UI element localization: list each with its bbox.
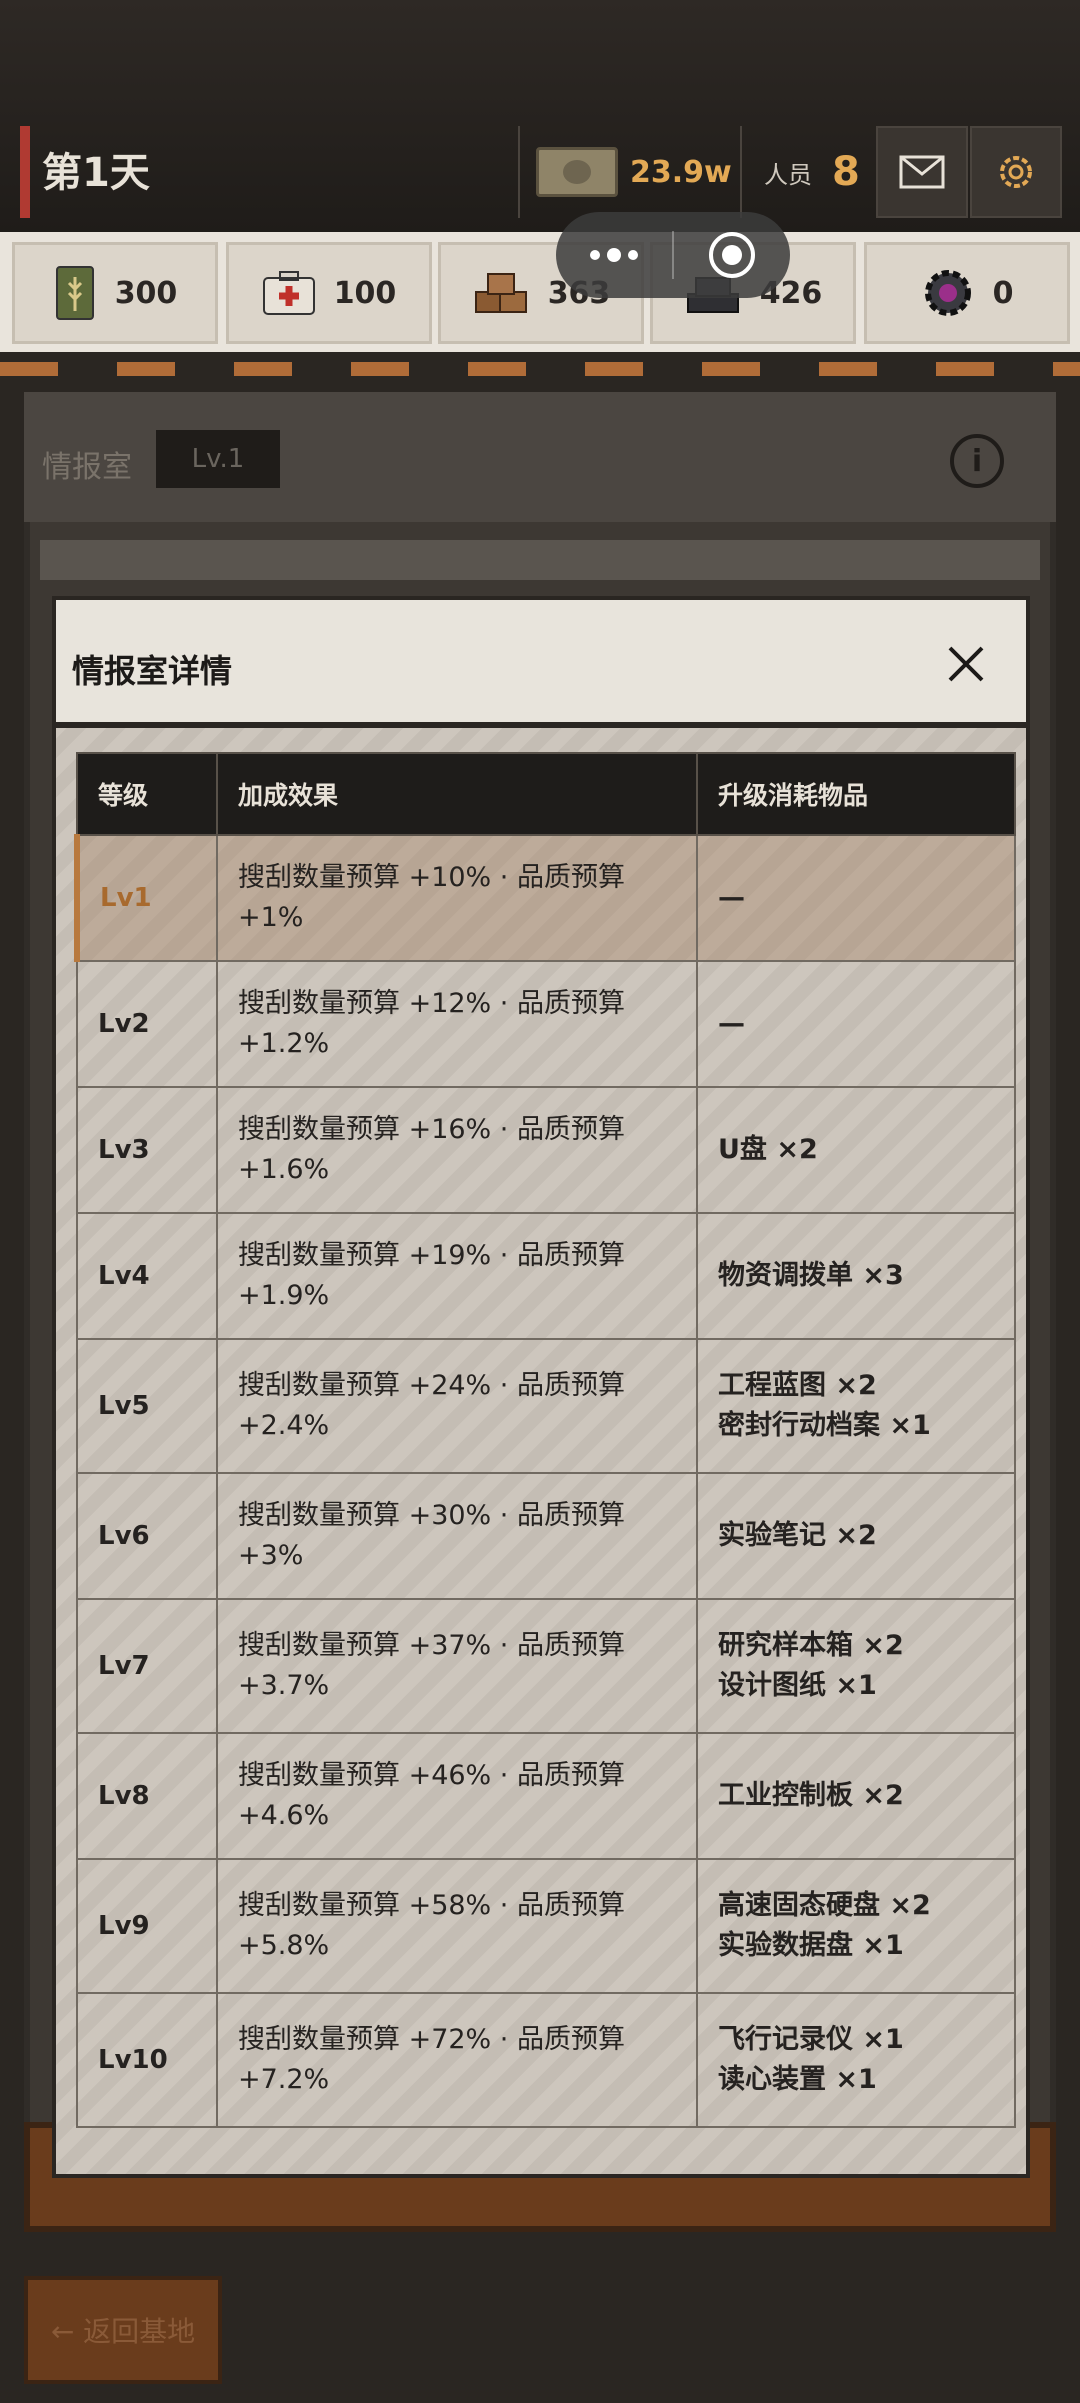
row-level: Lv7: [76, 1598, 218, 1734]
close-button[interactable]: [936, 634, 996, 694]
column-header-effect: 加成效果: [216, 752, 698, 836]
cash-stack-icon: [536, 147, 618, 197]
row-level: Lv8: [76, 1732, 218, 1860]
resource-parts[interactable]: 0: [864, 242, 1070, 344]
target-circle-icon: [709, 232, 755, 278]
row-cost: 工业控制板 ×2: [696, 1732, 1016, 1860]
row-cost: 物资调拨单 ×3: [696, 1212, 1016, 1340]
cost-item: 工业控制板 ×2: [718, 1780, 904, 1811]
row-level: Lv1: [74, 834, 218, 962]
cost-item: —: [718, 1008, 745, 1039]
row-effect: 搜刮数量预算 +46% · 品质预算 +4.6%: [216, 1732, 698, 1860]
row-level: Lv10: [76, 1992, 218, 2128]
row-cost: —: [696, 834, 1016, 962]
table-row: Lv10 搜刮数量预算 +72% · 品质预算 +7.2% 飞行记录仪 ×1 读…: [76, 1992, 1016, 2128]
food-can-icon: [55, 266, 94, 320]
table-row: Lv6 搜刮数量预算 +30% · 品质预算 +3% 实验笔记 ×2: [76, 1472, 1016, 1600]
back-to-base-button[interactable]: ← 返回基地: [24, 2276, 222, 2384]
miniprogram-capsule: [556, 212, 790, 298]
resource-food[interactable]: 300: [12, 242, 218, 344]
row-level: Lv5: [76, 1338, 218, 1474]
row-effect: 搜刮数量预算 +58% · 品质预算 +5.8%: [216, 1858, 698, 1994]
cost-item: 飞行记录仪 ×1: [718, 2024, 904, 2055]
column-header-cost: 升级消耗物品: [696, 752, 1016, 836]
wood-icon: [474, 273, 527, 313]
row-level: Lv4: [76, 1212, 218, 1340]
settings-button[interactable]: [970, 126, 1062, 218]
row-level: Lv6: [76, 1472, 218, 1600]
cost-item: U盘 ×2: [718, 1134, 818, 1165]
row-level: Lv2: [76, 960, 218, 1088]
table-row: Lv7 搜刮数量预算 +37% · 品质预算 +3.7% 研究样本箱 ×2 设计…: [76, 1598, 1016, 1734]
row-effect: 搜刮数量预算 +19% · 品质预算 +1.9%: [216, 1212, 698, 1340]
close-icon: [948, 646, 984, 682]
cost-item: 高速固态硬盘 ×2: [718, 1890, 931, 1921]
day-accent-bar: [20, 126, 30, 218]
exit-miniprogram-button[interactable]: [674, 212, 790, 298]
more-options-button[interactable]: [556, 212, 672, 298]
hazard-divider: [0, 362, 1080, 376]
row-effect: 搜刮数量预算 +72% · 品质预算 +7.2%: [216, 1992, 698, 2128]
info-icon[interactable]: i: [950, 434, 1004, 488]
table-row: Lv1 搜刮数量预算 +10% · 品质预算 +1% —: [74, 834, 1016, 962]
column-header-level: 等级: [76, 752, 218, 836]
table-row: Lv3 搜刮数量预算 +16% · 品质预算 +1.6% U盘 ×2: [76, 1086, 1016, 1214]
resource-strip: 300 100 363 426 0: [0, 232, 1080, 352]
staff-count: 8: [832, 149, 860, 195]
row-level: Lv3: [76, 1086, 218, 1214]
cost-item: 实验笔记 ×2: [718, 1520, 877, 1551]
money-display: 23.9w: [518, 126, 740, 218]
row-effect: 搜刮数量预算 +10% · 品质预算 +1%: [216, 834, 698, 962]
resource-medical[interactable]: 100: [226, 242, 432, 344]
resource-medical-value: 100: [333, 275, 397, 311]
table-row: Lv9 搜刮数量预算 +58% · 品质预算 +5.8% 高速固态硬盘 ×2 实…: [76, 1858, 1016, 1994]
medkit-icon: [262, 271, 315, 315]
mail-icon: [899, 155, 945, 189]
level-table: 等级 加成效果 升级消耗物品 Lv1 搜刮数量预算 +10% · 品质预算 +1…: [74, 752, 1016, 2128]
cost-item: 研究样本箱 ×2: [718, 1630, 904, 1661]
staff-label: 人员: [764, 160, 812, 189]
resource-parts-value: 0: [992, 275, 1014, 311]
row-cost: 工程蓝图 ×2 密封行动档案 ×1: [696, 1338, 1016, 1474]
row-cost: 实验笔记 ×2: [696, 1472, 1016, 1600]
gear-part-icon: [924, 270, 971, 316]
day-title: 第1天: [42, 150, 150, 196]
row-cost: 飞行记录仪 ×1 读心装置 ×1: [696, 1992, 1016, 2128]
cost-item: 工程蓝图 ×2: [718, 1370, 877, 1401]
room-level-badge: Lv.1: [156, 430, 280, 488]
row-cost: U盘 ×2: [696, 1086, 1016, 1214]
row-effect: 搜刮数量预算 +16% · 品质预算 +1.6%: [216, 1086, 698, 1214]
row-effect: 搜刮数量预算 +12% · 品质预算 +1.2%: [216, 960, 698, 1088]
cost-item: 读心装置 ×1: [718, 2064, 877, 2095]
money-value: 23.9w: [630, 154, 732, 190]
gear-icon: [1000, 156, 1032, 188]
cost-item: 设计图纸 ×1: [718, 1670, 877, 1701]
modal-title: 情报室详情: [72, 652, 233, 690]
row-cost: 高速固态硬盘 ×2 实验数据盘 ×1: [696, 1858, 1016, 1994]
room-title: 情报室: [42, 450, 132, 485]
modal-header: 情报室详情: [56, 600, 1026, 728]
staff-display: 人员 8: [740, 126, 876, 218]
row-effect: 搜刮数量预算 +37% · 品质预算 +3.7%: [216, 1598, 698, 1734]
top-bar: 第1天 23.9w 人员 8: [0, 0, 1080, 232]
table-row: Lv8 搜刮数量预算 +46% · 品质预算 +4.6% 工业控制板 ×2: [76, 1732, 1016, 1860]
room-image-strip: [40, 540, 1040, 580]
cost-item: 密封行动档案 ×1: [718, 1410, 931, 1441]
row-cost: —: [696, 960, 1016, 1088]
cost-item: —: [718, 882, 745, 913]
resource-food-value: 300: [114, 275, 178, 311]
mail-button[interactable]: [876, 126, 968, 218]
row-cost: 研究样本箱 ×2 设计图纸 ×1: [696, 1598, 1016, 1734]
cost-item: 实验数据盘 ×1: [718, 1930, 904, 1961]
table-header-row: 等级 加成效果 升级消耗物品: [76, 752, 1016, 836]
row-level: Lv9: [76, 1858, 218, 1994]
table-row: Lv5 搜刮数量预算 +24% · 品质预算 +2.4% 工程蓝图 ×2 密封行…: [76, 1338, 1016, 1474]
row-effect: 搜刮数量预算 +24% · 品质预算 +2.4%: [216, 1338, 698, 1474]
room-details-modal: 情报室详情 等级 加成效果 升级消耗物品 Lv1 搜刮数量预算 +10% · 品…: [52, 596, 1030, 2178]
cost-item: 物资调拨单 ×3: [718, 1260, 904, 1291]
table-row: Lv2 搜刮数量预算 +12% · 品质预算 +1.2% —: [76, 960, 1016, 1088]
table-row: Lv4 搜刮数量预算 +19% · 品质预算 +1.9% 物资调拨单 ×3: [76, 1212, 1016, 1340]
more-dots-icon: [590, 248, 638, 262]
row-effect: 搜刮数量预算 +30% · 品质预算 +3%: [216, 1472, 698, 1600]
